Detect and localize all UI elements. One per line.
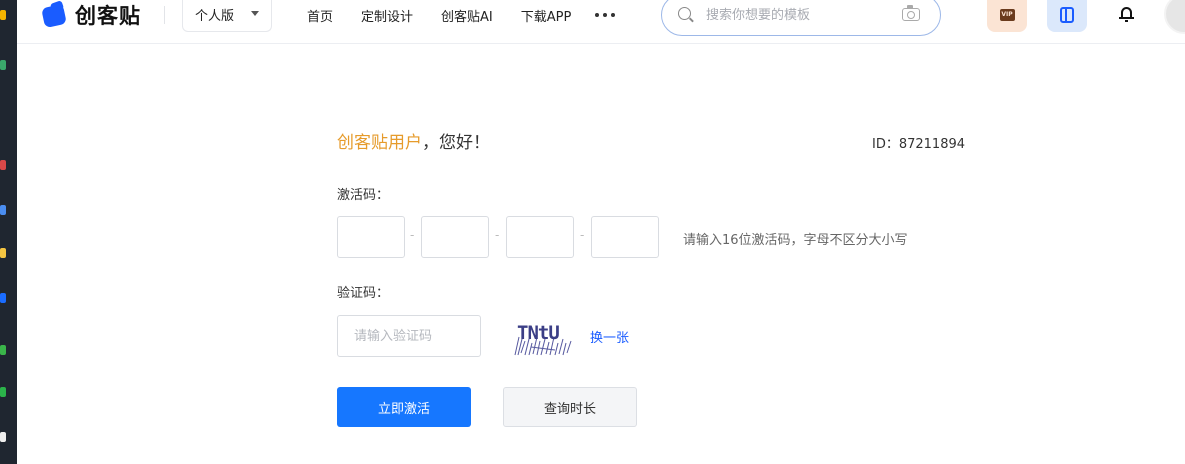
taskbar-app-icon[interactable]	[0, 160, 6, 170]
activation-code-field-2[interactable]	[421, 216, 489, 258]
code-separator: -	[410, 228, 415, 242]
app-download-icon	[1060, 7, 1074, 23]
taskbar-app-icon[interactable]	[0, 387, 6, 397]
activate-button[interactable]: 立即激活	[337, 387, 471, 427]
chuangkit-logo-icon	[41, 0, 69, 29]
desktop-taskbar	[0, 0, 17, 464]
activation-code-hint: 请输入16位激活码，字母不区分大小写	[683, 233, 908, 248]
captcha-label: 验证码：	[337, 286, 390, 301]
taskbar-app-icon[interactable]	[0, 10, 6, 20]
top-navbar: 创客贴 个人版 首页 定制设计 创客贴AI 下载APP VIP	[17, 0, 1185, 44]
nav-item-home[interactable]: 首页	[307, 6, 333, 25]
user-id: ID：87211894	[872, 137, 966, 152]
more-dots-icon[interactable]	[595, 13, 616, 17]
divider	[164, 6, 165, 24]
query-duration-button[interactable]: 查询时长	[503, 387, 637, 427]
camera-icon[interactable]	[902, 5, 920, 21]
taskbar-app-icon[interactable]	[0, 293, 6, 303]
taskbar-app-icon[interactable]	[0, 432, 6, 442]
search-bar	[661, 0, 941, 36]
edition-label: 个人版	[195, 9, 235, 24]
taskbar-app-icon[interactable]	[0, 248, 6, 258]
search-input[interactable]	[706, 3, 886, 27]
nav-item-ai[interactable]: 创客贴AI	[441, 6, 493, 25]
bell-icon[interactable]	[1119, 5, 1134, 22]
greeting-username: 创客贴用户	[337, 133, 422, 153]
greeting: 创客贴用户，您好！	[337, 128, 490, 153]
app-download-button[interactable]	[1047, 0, 1087, 32]
activation-code-field-4[interactable]	[591, 216, 659, 258]
taskbar-app-icon[interactable]	[0, 205, 6, 215]
brand-logo[interactable]: 创客贴	[41, 0, 141, 30]
search-icon[interactable]	[678, 7, 691, 20]
activation-code-label: 激活码：	[337, 188, 390, 203]
refresh-captcha-link[interactable]: 换一张	[590, 327, 629, 346]
avatar[interactable]	[1164, 0, 1185, 34]
main-nav: 首页 定制设计 创客贴AI 下载APP	[307, 0, 616, 30]
nav-item-download-app[interactable]: 下载APP	[521, 6, 572, 25]
activation-code-field-3[interactable]	[506, 216, 574, 258]
code-separator: -	[495, 228, 500, 242]
activation-code-field-1[interactable]	[337, 216, 405, 258]
code-separator: -	[580, 228, 585, 242]
vip-button[interactable]: VIP	[987, 0, 1027, 32]
edition-dropdown[interactable]: 个人版	[182, 0, 272, 32]
captcha-input[interactable]	[337, 315, 481, 357]
nav-item-custom-design[interactable]: 定制设计	[361, 6, 413, 25]
taskbar-app-icon[interactable]	[0, 345, 6, 355]
vip-icon: VIP	[999, 9, 1015, 21]
captcha-image[interactable]: TNtU	[511, 317, 575, 357]
taskbar-app-icon[interactable]	[0, 60, 6, 70]
caret-down-icon	[251, 11, 259, 16]
brand-name: 创客贴	[75, 4, 141, 28]
captcha-text: TNtU	[517, 322, 559, 344]
greeting-text: ，您好！	[422, 133, 490, 153]
